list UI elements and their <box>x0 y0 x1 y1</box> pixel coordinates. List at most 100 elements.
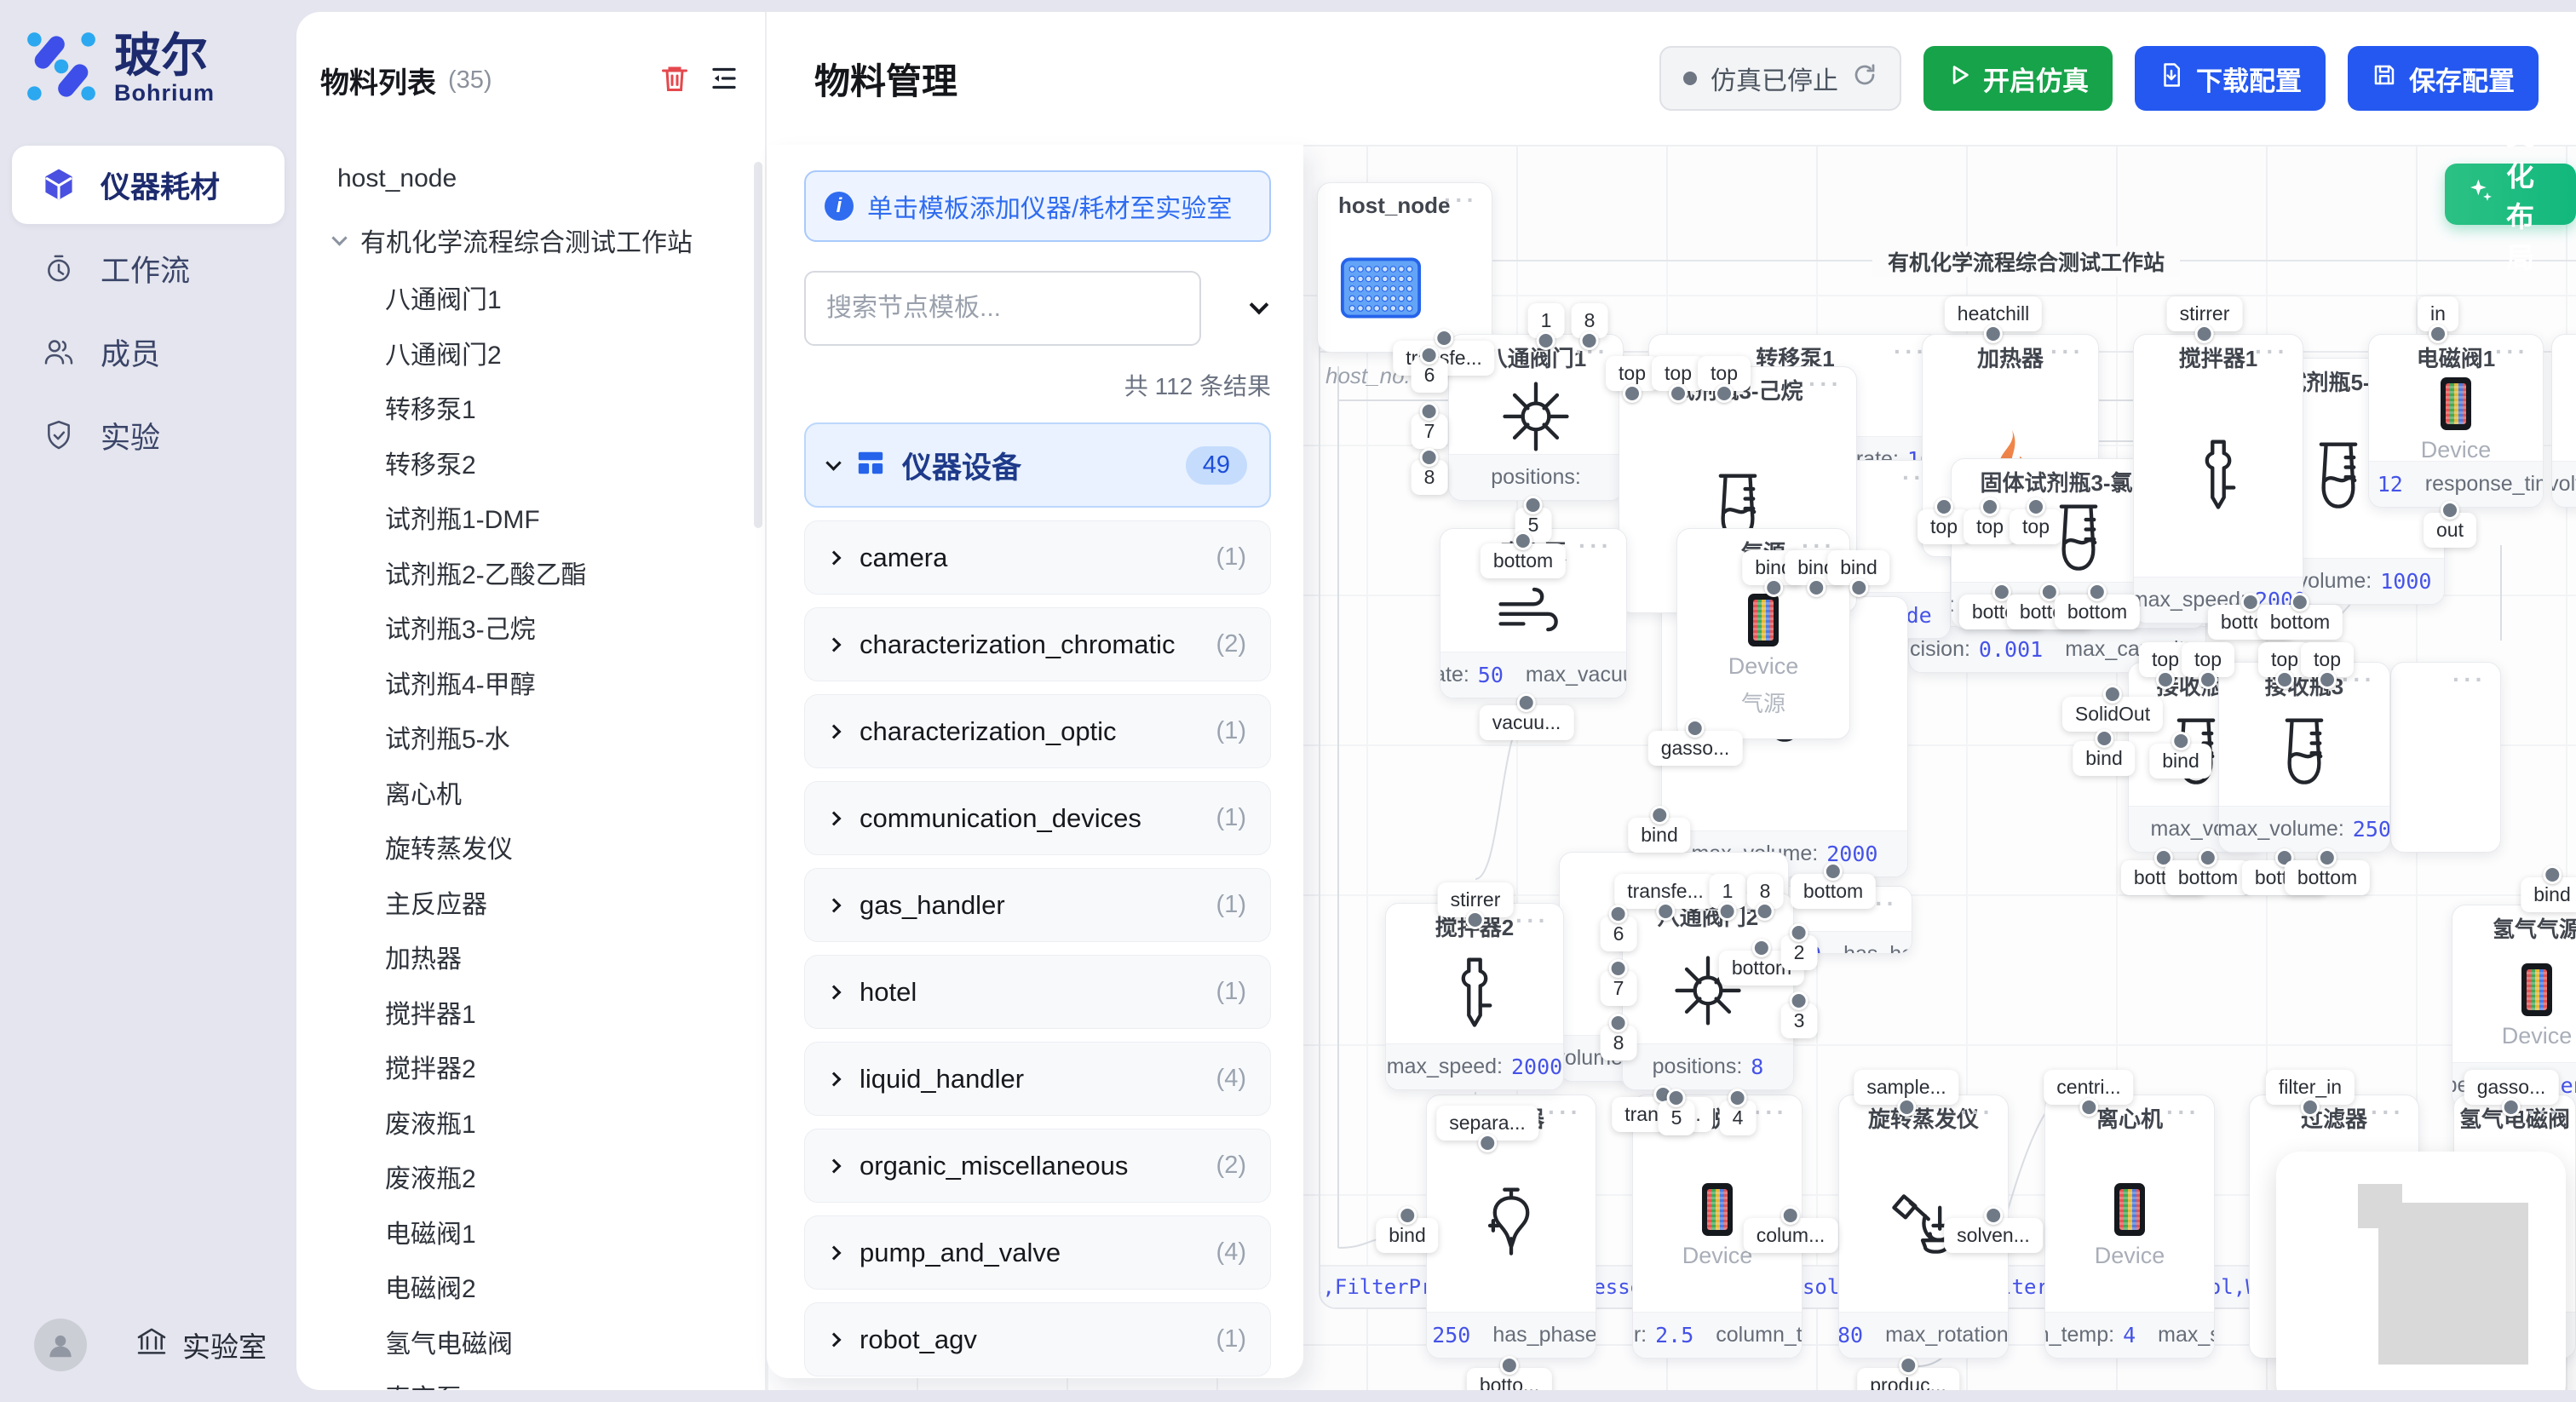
port-top[interactable]: top <box>1918 509 1970 544</box>
port-2[interactable]: 2 <box>1781 935 1818 970</box>
port-7[interactable]: 7 <box>1601 971 1637 1006</box>
tree-item[interactable]: 八通阀门2 <box>296 325 765 381</box>
port-gasso...[interactable]: gasso... <box>1648 731 1743 766</box>
canvas-node[interactable]: ··· <box>2390 662 2501 853</box>
tree-item[interactable]: 试剂瓶2-乙酸乙酯 <box>296 545 765 600</box>
port-gasso...[interactable]: gasso... <box>2464 1070 2559 1105</box>
node-menu-icon[interactable]: ··· <box>1515 907 1550 934</box>
node-menu-icon[interactable]: ··· <box>2166 1099 2200 1126</box>
port-5[interactable]: 5 <box>1659 1100 1695 1135</box>
search-input[interactable] <box>804 271 1201 346</box>
sidebar-item-成员[interactable]: 成员 <box>12 313 285 391</box>
node-menu-icon[interactable]: ··· <box>2495 338 2529 365</box>
port-top[interactable]: top <box>1652 356 1705 391</box>
port-bind[interactable]: bind <box>2149 744 2211 779</box>
port-bottom[interactable]: bottom <box>2165 860 2251 895</box>
category-row-camera[interactable]: camera(1) <box>804 520 1271 595</box>
port-bind[interactable]: bind <box>2521 877 2576 912</box>
category-row-hotel[interactable]: hotel(1) <box>804 955 1271 1029</box>
port-top[interactable]: top <box>1698 356 1751 391</box>
port-stirrer[interactable]: stirrer <box>1438 882 1514 917</box>
category-row-communication_devices[interactable]: communication_devices(1) <box>804 781 1271 855</box>
sidebar-item-工作流[interactable]: 工作流 <box>12 229 285 307</box>
port-bind[interactable]: bind <box>1827 550 1889 585</box>
tree-item[interactable]: 搅拌器2 <box>296 1039 765 1095</box>
port-bottom[interactable]: bottom <box>1481 543 1566 578</box>
node-menu-icon[interactable]: ··· <box>1960 1099 1994 1126</box>
tree-item[interactable]: 电磁阀1 <box>296 1204 765 1260</box>
port-8[interactable]: 8 <box>1572 303 1608 338</box>
canvas-node-搅拌器1[interactable]: 搅拌器1···max_speed:2000 <box>2133 334 2303 623</box>
port-top[interactable]: top <box>1606 356 1659 391</box>
canvas-node[interactable]: ···voltage:12 <box>2551 334 2576 508</box>
node-menu-icon[interactable]: ··· <box>2050 338 2084 365</box>
port-8[interactable]: 8 <box>1412 460 1448 495</box>
tree-item[interactable]: 转移泵1 <box>296 380 765 435</box>
port-bind[interactable]: bind <box>2073 741 2135 776</box>
beautify-layout-button[interactable]: 美化布局 <box>2445 164 2576 225</box>
port-heatchill[interactable]: heatchill <box>1945 296 2042 331</box>
canvas-node-电磁阀1[interactable]: 电磁阀1···Devicevoltage:12response_time:0.1 <box>2368 334 2544 508</box>
port-bottom[interactable]: bottom <box>2285 860 2370 895</box>
port-botto...[interactable]: botto... <box>1467 1368 1552 1390</box>
port-produc...[interactable]: produc... <box>1857 1368 1959 1390</box>
tree-item[interactable]: 真空泵 <box>296 1369 765 1390</box>
port-bottom[interactable]: bottom <box>1791 874 1876 909</box>
tree-item-host-node[interactable]: host_node <box>296 154 765 204</box>
port-bottom[interactable]: bottom <box>2257 605 2343 640</box>
delete-icon[interactable] <box>659 63 690 98</box>
canvas-node-搅拌器2[interactable]: 搅拌器2···max_speed:2000 <box>1385 903 1564 1090</box>
port-out[interactable]: out <box>2424 513 2476 548</box>
category-row-organic_miscellaneous[interactable]: organic_miscellaneous(2) <box>804 1129 1271 1203</box>
canvas-node-接收瓶3[interactable]: 接收瓶3···max_volume:250 <box>2218 662 2390 853</box>
tree-item[interactable]: 加热器 <box>296 929 765 985</box>
port-6[interactable]: 6 <box>1601 916 1637 951</box>
download-config-button[interactable]: 下载配置 <box>2135 46 2326 111</box>
port-SolidOut[interactable]: SolidOut <box>2062 697 2163 732</box>
port-1[interactable]: 1 <box>1710 874 1746 909</box>
node-menu-icon[interactable]: ··· <box>1754 1099 1788 1126</box>
tree-item[interactable]: 离心机 <box>296 765 765 820</box>
tree-item[interactable]: 试剂瓶5-水 <box>296 710 765 765</box>
sidebar-item-实验[interactable]: 实验 <box>12 396 285 474</box>
category-row-characterization_optic[interactable]: characterization_optic(1) <box>804 694 1271 768</box>
tree-item[interactable]: 旋转蒸发仪 <box>296 819 765 875</box>
node-menu-icon[interactable]: ··· <box>2255 338 2289 365</box>
category-row-pump_and_valve[interactable]: pump_and_valve(4) <box>804 1215 1271 1290</box>
port-1[interactable]: 1 <box>1528 303 1565 338</box>
port-6[interactable]: 6 <box>1412 358 1448 393</box>
node-menu-icon[interactable]: ··· <box>1548 1099 1582 1126</box>
start-simulation-button[interactable]: 开启仿真 <box>1923 46 2113 111</box>
tree-item[interactable]: 电磁阀2 <box>296 1259 765 1314</box>
tree-item[interactable]: 废液瓶2 <box>296 1149 765 1204</box>
port-8[interactable]: 8 <box>1747 874 1784 909</box>
port-top[interactable]: top <box>2010 509 2062 544</box>
port-bind[interactable]: bind <box>1628 818 1690 853</box>
tree-item[interactable]: 废液瓶1 <box>296 1095 765 1150</box>
node-menu-icon[interactable]: ··· <box>1578 532 1613 560</box>
node-menu-icon[interactable]: ··· <box>1808 371 1843 398</box>
port-8[interactable]: 8 <box>1601 1026 1637 1060</box>
tree-item[interactable]: 转移泵2 <box>296 435 765 491</box>
save-config-button[interactable]: 保存配置 <box>2348 46 2539 111</box>
tree-item[interactable]: 主反应器 <box>296 875 765 930</box>
category-row-robot_agv[interactable]: robot_agv(1) <box>804 1302 1271 1376</box>
tree-item[interactable]: 氢气电磁阀 <box>296 1314 765 1370</box>
category-row-gas_handler[interactable]: gas_handler(1) <box>804 868 1271 942</box>
refresh-icon[interactable] <box>1852 62 1877 95</box>
tree-item[interactable]: 试剂瓶3-己烷 <box>296 600 765 655</box>
port-3[interactable]: 3 <box>1781 1003 1818 1038</box>
category-row-liquid_handler[interactable]: liquid_handler(4) <box>804 1042 1271 1116</box>
sidebar-item-laboratory[interactable]: 实验室 <box>135 1324 267 1365</box>
port-bottom[interactable]: bottom <box>2055 595 2140 629</box>
avatar[interactable] <box>34 1319 87 1371</box>
port-top[interactable]: top <box>2182 642 2234 677</box>
tree-item[interactable]: 试剂瓶1-DMF <box>296 490 765 545</box>
port-top[interactable]: top <box>2301 642 2354 677</box>
port-centri...[interactable]: centri... <box>2044 1070 2133 1105</box>
node-menu-icon[interactable]: ··· <box>1444 187 1478 214</box>
canvas-node-host_node[interactable]: host_node··· <box>1317 182 1492 353</box>
collapse-all-icon[interactable] <box>1252 301 1266 316</box>
port-top[interactable]: top <box>1964 509 2016 544</box>
port-in[interactable]: in <box>2418 296 2458 331</box>
